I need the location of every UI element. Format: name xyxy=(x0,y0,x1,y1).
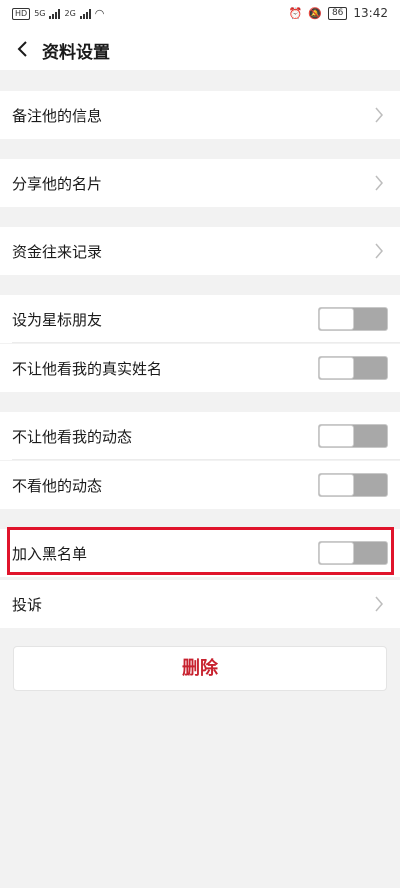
row-label: 不让他看我的真实姓名 xyxy=(12,360,163,378)
chevron-right-icon xyxy=(375,243,383,259)
row-label: 投诉 xyxy=(12,596,43,614)
row-label: 资金往来记录 xyxy=(12,243,103,261)
hide-his-moments-toggle[interactable] xyxy=(318,473,388,497)
row-label: 不看他的动态 xyxy=(12,477,103,495)
signal-icon-2 xyxy=(79,8,91,19)
divider xyxy=(12,342,400,343)
row-hide-real-name: 不让他看我的真实姓名 xyxy=(0,344,400,392)
row-share-card[interactable]: 分享他的名片 xyxy=(0,159,400,207)
hide-my-moments-toggle[interactable] xyxy=(318,424,388,448)
toggle-knob xyxy=(319,425,354,447)
header: 资料设置 xyxy=(0,28,400,70)
divider xyxy=(12,459,400,460)
delete-button[interactable]: 删除 xyxy=(13,646,387,691)
status-bar: HD 5G 2G ◠ ⏰ 🔕 86 13:42 xyxy=(0,0,400,28)
row-hide-his-moments: 不看他的动态 xyxy=(0,461,400,509)
signal-icon xyxy=(49,8,61,19)
chevron-right-icon xyxy=(375,107,383,123)
alarm-icon: ⏰ xyxy=(288,6,303,20)
highlight-box xyxy=(7,527,394,575)
row-label: 备注他的信息 xyxy=(12,107,103,125)
row-fund-records[interactable]: 资金往来记录 xyxy=(0,227,400,275)
battery-indicator: 86 xyxy=(327,6,348,20)
toggle-knob xyxy=(319,308,354,330)
row-label: 分享他的名片 xyxy=(12,175,103,193)
star-friend-toggle[interactable] xyxy=(318,307,388,331)
mute-icon: 🔕 xyxy=(308,6,322,20)
chevron-right-icon xyxy=(375,175,383,191)
sim2-label: 2G xyxy=(64,9,76,18)
back-arrow-icon[interactable] xyxy=(15,41,31,57)
page-title: 资料设置 xyxy=(42,43,110,63)
row-star-friend: 设为星标朋友 xyxy=(0,295,400,343)
row-remark-info[interactable]: 备注他的信息 xyxy=(0,91,400,139)
row-label: 设为星标朋友 xyxy=(12,311,103,329)
toggle-knob xyxy=(319,474,354,496)
hd-badge: HD xyxy=(12,7,31,20)
clock: 13:42 xyxy=(353,6,388,20)
hide-real-name-toggle[interactable] xyxy=(318,356,388,380)
row-label: 不让他看我的动态 xyxy=(12,428,133,446)
sim1-label: 5G xyxy=(34,9,46,18)
wifi-icon: ◠ xyxy=(94,7,105,20)
row-complaint[interactable]: 投诉 xyxy=(0,580,400,628)
row-hide-my-moments: 不让他看我的动态 xyxy=(0,412,400,460)
toggle-knob xyxy=(319,357,354,379)
chevron-right-icon xyxy=(375,596,383,612)
